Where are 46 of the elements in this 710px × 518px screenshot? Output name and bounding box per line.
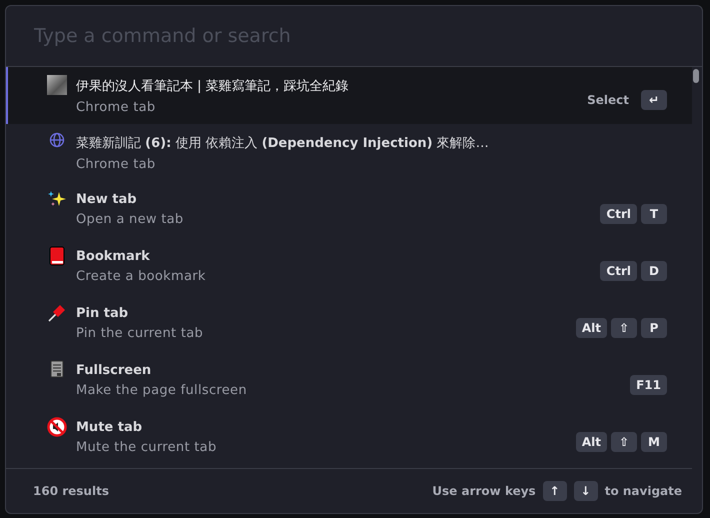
result-count: 160 results — [33, 484, 109, 498]
keyboard-key: T — [641, 204, 667, 224]
command-item[interactable]: Bookmark Create a bookmark Ctrl D — [6, 238, 692, 295]
globe-icon — [49, 132, 65, 148]
keyboard-key: ⇧ — [611, 432, 637, 452]
item-title: Mute tab — [76, 420, 144, 435]
command-item[interactable]: 伊果的沒人看筆記本 | 菜雞寫筆記，踩坑全紀錄 Chrome tab Select ↵ — [6, 67, 692, 124]
scrollbar-thumb[interactable] — [693, 69, 699, 83]
item-title: Bookmark — [76, 249, 151, 264]
keyboard-key: D — [641, 260, 667, 280]
command-item[interactable]: Mute tab Mute the current tab Alt ⇧ M — [6, 409, 692, 466]
item-subtitle: Chrome tab — [76, 100, 156, 114]
item-title: Fullscreen — [76, 363, 152, 378]
item-title: Pin tab — [76, 306, 130, 321]
keyboard-key: ↵ — [641, 90, 667, 110]
item-subtitle: Open a new tab — [76, 212, 184, 227]
book-icon — [49, 246, 65, 266]
keyboard-key: F11 — [630, 374, 667, 394]
item-subtitle: Pin the current tab — [76, 326, 204, 341]
keyboard-key: M — [641, 432, 667, 452]
item-subtitle: Make the page fullscreen — [76, 383, 248, 398]
command-item[interactable]: New tab Open a new tab Ctrl T — [6, 181, 692, 238]
navigation-hint: Use arrow keys — [432, 484, 536, 498]
keyboard-key: ↑ — [542, 481, 567, 501]
item-subtitle: Chrome tab — [76, 156, 156, 172]
command-item[interactable]: Pin tab Pin the current tab Alt ⇧ P — [6, 295, 692, 352]
command-item[interactable]: Fullscreen Make the page fullscreen F11 — [6, 352, 692, 409]
muted-speaker-icon — [47, 417, 67, 437]
keyboard-key: ⇧ — [611, 318, 637, 338]
keyboard-key: Alt — [576, 432, 607, 452]
pushpin-icon — [47, 303, 67, 323]
keyboard-key: Ctrl — [600, 204, 637, 224]
navigation-hint: to navigate — [604, 484, 682, 498]
keyboard-key: Ctrl — [600, 260, 637, 280]
document-icon — [50, 360, 64, 378]
select-hint: Select — [587, 92, 629, 106]
command-item[interactable]: 菜雞新訓記 (6): 使用 依賴注入 (Dependency Injection) 來解除… Chrome tab — [6, 124, 692, 181]
thumbnail-placeholder — [47, 75, 67, 95]
item-title: New tab — [76, 192, 138, 207]
item-subtitle: Mute the current tab — [76, 440, 218, 455]
keyboard-key: Alt — [576, 318, 607, 338]
item-title: 伊果的沒人看筆記本 | 菜雞寫筆記，踩坑全紀錄 — [76, 78, 350, 94]
item-subtitle: Create a bookmark — [76, 269, 207, 284]
keyboard-key: P — [641, 318, 667, 338]
item-title: 菜雞新訓記 (6): 使用 依賴注入 (Dependency Injection) 來解除… — [76, 134, 490, 152]
keyboard-key: ↓ — [574, 481, 598, 501]
